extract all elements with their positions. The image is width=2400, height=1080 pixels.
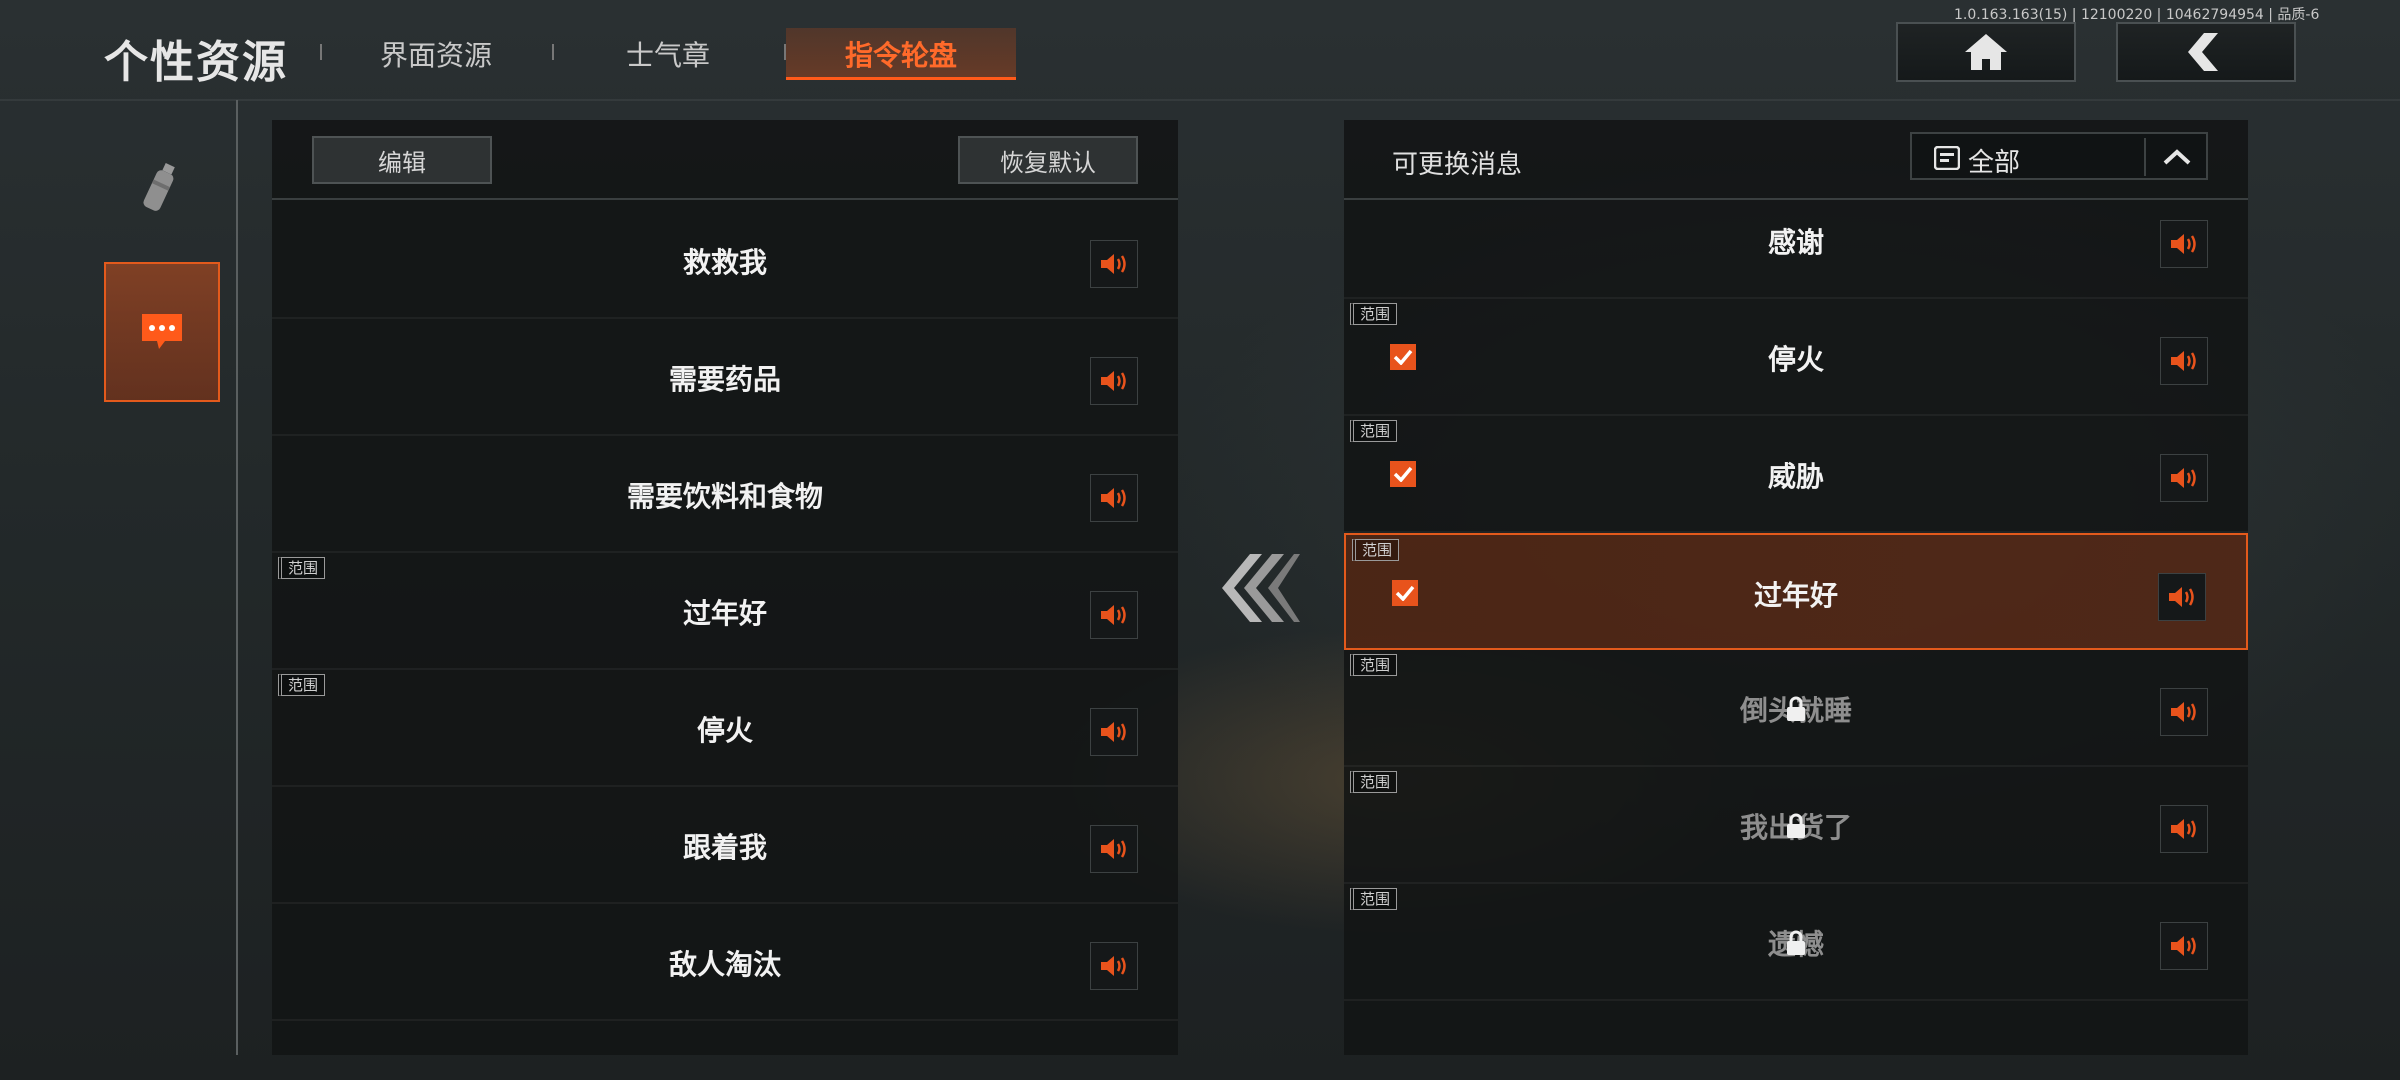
message-label: 停火 — [696, 713, 753, 747]
speaker-icon — [2171, 702, 2196, 722]
list-item[interactable]: 跟着我 — [272, 787, 1178, 904]
left-panel-header: 编辑 恢复默认 — [272, 120, 1178, 200]
speaker-icon — [2171, 819, 2196, 839]
list-item[interactable]: 范围 威胁 — [1344, 416, 2248, 533]
message-label: 救救我 — [682, 245, 767, 279]
spray-can-icon — [143, 163, 175, 211]
lock-indicator — [1785, 813, 1807, 843]
available-messages-title: 可更换消息 — [1392, 150, 1523, 180]
tab-ui-resources[interactable]: 界面资源 — [360, 28, 512, 80]
speaker-icon — [1101, 839, 1126, 859]
play-sound-button[interactable] — [1090, 240, 1138, 288]
speaker-icon — [2171, 234, 2196, 254]
filter-label: 全部 — [1968, 148, 2021, 178]
list-item[interactable]: 范围倒头就睡 — [1344, 650, 2248, 767]
header-divider — [0, 99, 2400, 101]
list-item[interactable]: 范围 过年好 — [1344, 533, 2248, 650]
page-title: 个性资源 — [104, 37, 288, 88]
sidebar-item-spray[interactable] — [104, 120, 220, 260]
available-messages-panel: 可更换消息 全部 感谢范围停火范围威胁范围过年好范围倒头就睡范围我出货了范围遗憾 — [1344, 120, 2248, 1055]
tab-divider — [552, 44, 554, 60]
list-item[interactable]: 救救我 — [272, 202, 1178, 319]
filter-dropdown[interactable]: 全部 — [1910, 132, 2208, 180]
list-item[interactable]: 需要药品 — [272, 319, 1178, 436]
reset-default-button[interactable]: 恢复默认 — [958, 136, 1138, 184]
back-arrow-icon — [2188, 33, 2218, 71]
speaker-icon — [1101, 956, 1126, 976]
lock-icon — [1787, 813, 1805, 838]
play-sound-button[interactable] — [2160, 337, 2208, 385]
play-sound-button[interactable] — [1090, 591, 1138, 639]
message-label: 停火 — [1767, 342, 1824, 376]
sidebar-divider — [236, 100, 238, 1055]
play-sound-button[interactable] — [1090, 474, 1138, 522]
speaker-icon — [2171, 936, 2196, 956]
speaker-icon — [1101, 605, 1126, 625]
play-sound-button[interactable] — [1090, 357, 1138, 405]
filter-divider — [2144, 138, 2146, 176]
home-icon — [1965, 34, 2007, 70]
play-sound-button[interactable] — [1090, 825, 1138, 873]
edit-button[interactable]: 编辑 — [312, 136, 492, 184]
speaker-icon — [1101, 488, 1126, 508]
transfer-left-button[interactable] — [1212, 540, 1308, 636]
speaker-icon — [1101, 254, 1126, 274]
play-sound-button[interactable] — [1090, 708, 1138, 756]
filter-icon — [1934, 146, 1960, 170]
back-button[interactable] — [2116, 22, 2296, 82]
speaker-icon — [2169, 587, 2194, 607]
speaker-icon — [2171, 351, 2196, 371]
list-item[interactable]: 范围 过年好 — [272, 553, 1178, 670]
list-item[interactable]: 敌人淘汰 — [272, 904, 1178, 1021]
lock-icon — [1787, 930, 1805, 955]
tab-morale-badge[interactable]: 士气章 — [596, 28, 740, 80]
list-item[interactable]: 范围我出货了 — [1344, 767, 2248, 884]
chevron-up-icon — [2163, 149, 2191, 165]
lock-indicator — [1785, 696, 1807, 726]
message-label: 敌人淘汰 — [668, 947, 781, 981]
lock-indicator — [1785, 930, 1807, 960]
tab-divider — [320, 44, 322, 60]
double-chevron-left-icon — [1222, 554, 1300, 622]
play-sound-button[interactable] — [1090, 942, 1138, 990]
message-label: 跟着我 — [682, 830, 767, 864]
play-sound-button[interactable] — [2160, 454, 2208, 502]
list-item[interactable]: 需要饮料和食物 — [272, 436, 1178, 553]
message-label: 威胁 — [1767, 459, 1824, 493]
speaker-icon — [2171, 468, 2196, 488]
list-item[interactable]: 范围 停火 — [1344, 299, 2248, 416]
message-label: 需要药品 — [668, 362, 781, 396]
message-label: 需要饮料和食物 — [626, 479, 823, 513]
play-sound-button[interactable] — [2158, 573, 2206, 621]
play-sound-button[interactable] — [2160, 220, 2208, 268]
list-item[interactable]: 范围 停火 — [272, 670, 1178, 787]
speaker-icon — [1101, 722, 1126, 742]
sidebar-item-chat[interactable] — [104, 262, 220, 402]
play-sound-button[interactable] — [2160, 688, 2208, 736]
tab-command-wheel[interactable]: 指令轮盘 — [786, 28, 1016, 80]
equipped-messages-panel: 编辑 恢复默认 救救我需要药品需要饮料和食物范围 过年好 范围 停火跟着我敌人淘汰 — [272, 120, 1178, 1055]
message-label: 过年好 — [682, 596, 767, 630]
chat-bubble-icon — [142, 314, 182, 349]
play-sound-button[interactable] — [2160, 922, 2208, 970]
message-label: 感谢 — [1767, 225, 1824, 259]
message-label: 过年好 — [1753, 578, 1838, 612]
list-item[interactable]: 感谢 — [1344, 182, 2248, 299]
top-bar: 个性资源 界面资源 士气章 指令轮盘 — [0, 0, 2400, 100]
home-button[interactable] — [1896, 22, 2076, 82]
list-item[interactable]: 范围遗憾 — [1344, 884, 2248, 1001]
speaker-icon — [1101, 371, 1126, 391]
lock-icon — [1787, 696, 1805, 721]
play-sound-button[interactable] — [2160, 805, 2208, 853]
